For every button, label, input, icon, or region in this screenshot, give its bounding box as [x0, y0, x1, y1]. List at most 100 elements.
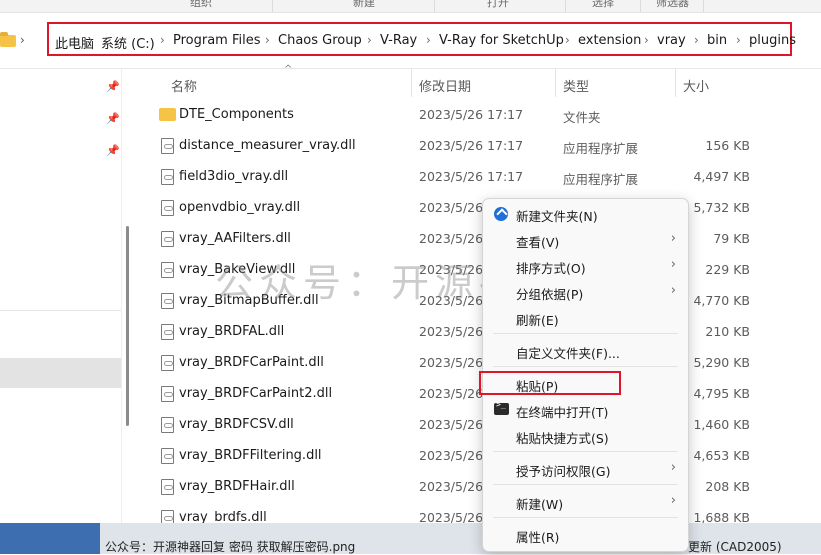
- column-header-date[interactable]: 修改日期: [419, 76, 471, 95]
- file-row[interactable]: field3dio_vray.dll 2023/5/26 17:17 应用程序扩展 4…: [150, 163, 750, 193]
- chevron-right-icon[interactable]: ›: [20, 33, 25, 47]
- file-size: 1,460 KB: [693, 417, 750, 432]
- menu-item-open-in-terminal[interactable]: 在终端中打开(T): [483, 397, 688, 423]
- menu-label: 在终端中打开(T): [516, 405, 609, 420]
- paste-highlight-box: [479, 371, 621, 395]
- file-name: vray_BRDFCSV.dll: [179, 417, 294, 432]
- ribbon-divider: [565, 0, 566, 12]
- menu-separator: [493, 451, 678, 452]
- menu-item-properties[interactable]: 属性(R): [483, 522, 688, 548]
- chevron-right-icon[interactable]: ›: [265, 33, 270, 47]
- ribbon-select[interactable]: 选择: [592, 0, 614, 10]
- pin-icon: 📌: [106, 112, 120, 125]
- chevron-right-icon[interactable]: ›: [694, 33, 699, 47]
- chevron-right-icon[interactable]: ›: [88, 33, 93, 47]
- breadcrumb-vray-folder[interactable]: vray: [657, 33, 686, 48]
- ribbon-filter[interactable]: 筛选器: [656, 0, 689, 10]
- chevron-right-icon: ›: [670, 283, 676, 298]
- dll-file-icon: [161, 479, 174, 495]
- menu-item-group[interactable]: 分组依据(P) ›: [483, 279, 688, 305]
- chevron-right-icon[interactable]: ›: [367, 33, 372, 47]
- ribbon-organize[interactable]: 组织: [190, 0, 212, 10]
- menu-label: 粘贴快捷方式(S): [516, 431, 609, 446]
- menu-item-new[interactable]: 新建(W) ›: [483, 489, 688, 515]
- ribbon-divider: [272, 0, 273, 12]
- menu-item-refresh[interactable]: 刷新(E): [483, 305, 688, 331]
- dll-file-icon: [161, 200, 174, 216]
- navigation-pane[interactable]: 📌 📌 📌: [0, 69, 121, 554]
- column-divider[interactable]: [411, 69, 412, 97]
- column-header-type[interactable]: 类型: [563, 76, 589, 95]
- chevron-right-icon[interactable]: ›: [426, 33, 431, 47]
- breadcrumb-extension[interactable]: extension: [578, 33, 641, 48]
- taskbar-item-label[interactable]: 更新 (CAD2005): [688, 538, 782, 555]
- file-size: 210 KB: [705, 324, 750, 339]
- chevron-right-icon: ›: [670, 257, 676, 272]
- breadcrumb-vray[interactable]: V-Ray: [380, 33, 417, 48]
- breadcrumb-bin[interactable]: bin: [707, 33, 727, 48]
- dll-file-icon: [161, 417, 174, 433]
- dll-file-icon: [161, 231, 174, 247]
- nav-scrollbar[interactable]: [126, 226, 129, 426]
- chevron-right-icon[interactable]: ›: [160, 33, 165, 47]
- menu-item-view[interactable]: 查看(V) ›: [483, 227, 688, 253]
- file-size: 229 KB: [705, 262, 750, 277]
- file-date: 2023/5/26: [419, 355, 484, 370]
- menu-separator: [493, 366, 678, 367]
- pin-icon: 📌: [106, 144, 120, 157]
- file-type: 应用程序扩展: [563, 141, 639, 156]
- ribbon-new[interactable]: 新建: [353, 0, 375, 10]
- ribbon-open[interactable]: 打开: [487, 0, 509, 10]
- file-row[interactable]: DTE_Components 2023/5/26 17:17 文件夹: [150, 101, 750, 131]
- file-date: 2023/5/26 17:17: [419, 169, 524, 184]
- menu-item-new-folder[interactable]: 新建文件夹(N): [483, 201, 688, 227]
- new-folder-icon: [494, 207, 508, 221]
- menu-item-grant-access[interactable]: 授予访问权限(G) ›: [483, 456, 688, 482]
- file-date: 2023/5/26: [419, 386, 484, 401]
- file-name: openvdbio_vray.dll: [179, 200, 301, 215]
- dll-file-icon: [161, 169, 174, 185]
- breadcrumb-chaos-group[interactable]: Chaos Group: [278, 33, 362, 48]
- file-size: 208 KB: [705, 479, 750, 494]
- file-row[interactable]: distance_measurer_vray.dll 2023/5/26 17:1…: [150, 132, 750, 162]
- column-header-size[interactable]: 大小: [683, 76, 709, 95]
- file-name: vray_BRDFCarPaint2.dll: [179, 386, 333, 401]
- breadcrumb-plugins[interactable]: plugins: [749, 33, 796, 48]
- column-divider[interactable]: [675, 69, 676, 97]
- file-name: vray_BRDFAL.dll: [179, 324, 285, 339]
- taskbar-item-label[interactable]: 公众号：开源神器回复 密码 获取解压密码.png: [105, 538, 355, 555]
- chevron-right-icon[interactable]: ›: [565, 33, 570, 47]
- folder-icon: [159, 108, 176, 121]
- menu-label: 刷新(E): [516, 313, 559, 328]
- breadcrumb-system-c[interactable]: 系统 (C:): [101, 33, 155, 52]
- chevron-right-icon[interactable]: ›: [644, 33, 649, 47]
- menu-item-customize-folder[interactable]: 自定义文件夹(F)...: [483, 338, 688, 364]
- file-name: field3dio_vray.dll: [179, 169, 289, 184]
- dll-file-icon: [161, 138, 174, 154]
- file-name: distance_measurer_vray.dll: [179, 138, 356, 153]
- file-name: vray_AAFilters.dll: [179, 231, 291, 246]
- menu-separator: [493, 333, 678, 334]
- file-name: DTE_Components: [179, 107, 294, 122]
- taskbar-active-item[interactable]: [0, 523, 100, 554]
- file-date: 2023/5/26 17:17: [419, 138, 524, 153]
- dll-file-icon: [161, 386, 174, 402]
- chevron-right-icon: ›: [670, 460, 676, 475]
- breadcrumb-vray-for-sketchup[interactable]: V-Ray for SketchUp: [439, 33, 564, 48]
- breadcrumb-program-files[interactable]: Program Files: [173, 33, 261, 48]
- menu-label: 查看(V): [516, 235, 560, 250]
- menu-item-sort[interactable]: 排序方式(O) ›: [483, 253, 688, 279]
- column-header-name[interactable]: 名称: [171, 76, 197, 95]
- file-size: 4,653 KB: [693, 448, 750, 463]
- dll-file-icon: [161, 448, 174, 464]
- pane-divider[interactable]: [121, 69, 122, 524]
- file-size: 79 KB: [713, 231, 750, 246]
- dll-file-icon: [161, 324, 174, 340]
- chevron-right-icon: ›: [670, 493, 676, 508]
- menu-item-paste-shortcut[interactable]: 粘贴快捷方式(S): [483, 423, 688, 449]
- chevron-right-icon[interactable]: ›: [736, 33, 741, 47]
- column-divider[interactable]: [555, 69, 556, 97]
- nav-selected-item[interactable]: [0, 358, 121, 388]
- file-name: vray_BRDFHair.dll: [179, 479, 295, 494]
- ribbon-divider: [434, 0, 435, 12]
